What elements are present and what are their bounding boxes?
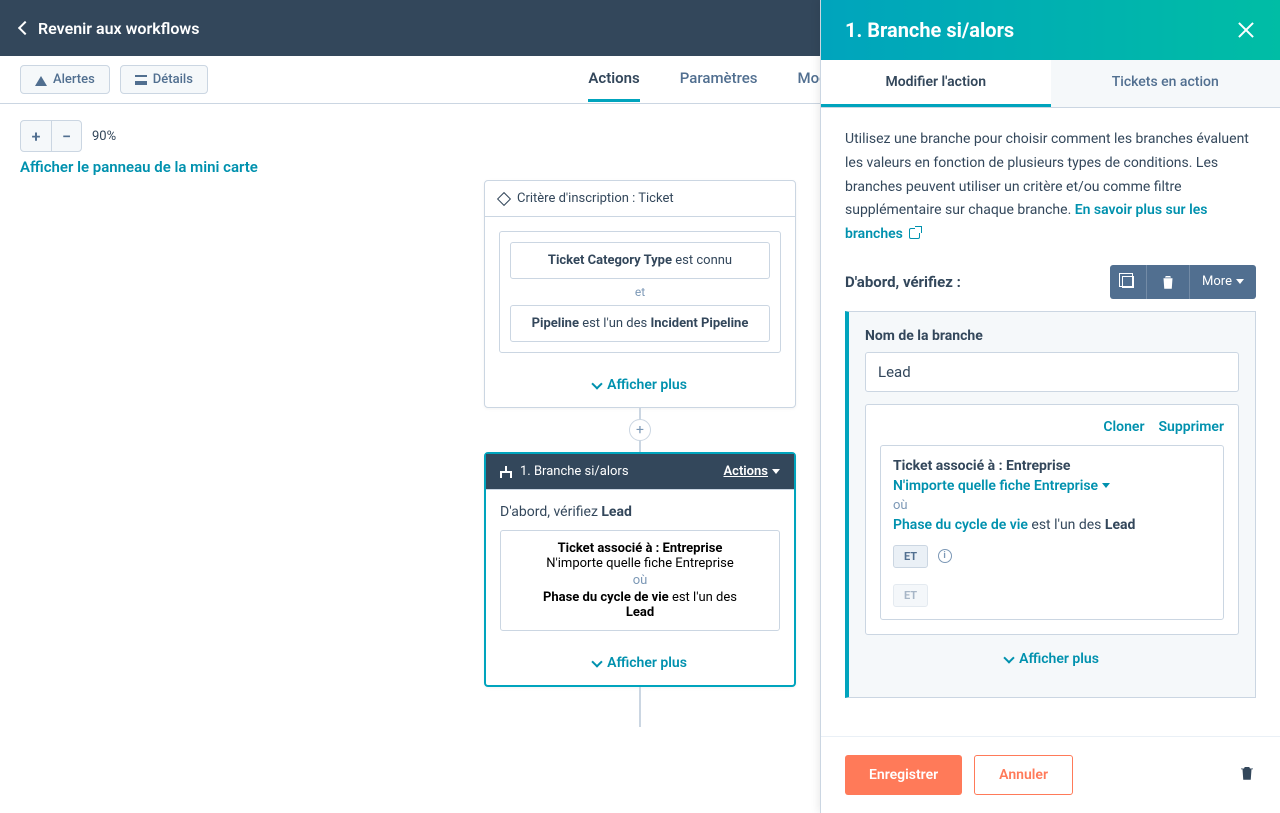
chevron-down-icon <box>591 378 602 389</box>
branch-name-label: Nom de la branche <box>865 328 1239 344</box>
branch-header-label: 1. Branche si/alors <box>520 464 629 479</box>
show-more-node1[interactable]: Afficher plus <box>485 367 795 407</box>
panel-tab-edit[interactable]: Modifier l'action <box>821 60 1051 107</box>
where-label: où <box>511 573 769 588</box>
caret-down-icon <box>772 469 780 474</box>
warning-icon <box>35 74 47 86</box>
show-more-label: Afficher plus <box>607 377 687 393</box>
trash-icon <box>1238 764 1256 782</box>
zoom-controls: + − <box>20 120 82 152</box>
crit-assoc: Ticket associé à : Entreprise <box>893 458 1211 474</box>
verify-first-label: D'abord, vérifiez : <box>845 273 961 291</box>
tab-actions[interactable]: Actions <box>588 57 639 102</box>
and-chip-disabled: ET <box>893 584 928 607</box>
trash-icon <box>1159 273 1177 291</box>
more-label: More <box>1202 274 1232 289</box>
condition-pipeline: Pipeline est l'un des Incident Pipeline <box>510 305 770 342</box>
panel-title: 1. Branche si/alors <box>845 18 1014 42</box>
alerts-button[interactable]: Alertes <box>20 65 110 94</box>
cancel-button[interactable]: Annuler <box>974 755 1073 795</box>
alerts-label: Alertes <box>53 72 95 87</box>
action-editor-panel: 1. Branche si/alors Modifier l'action Ti… <box>820 0 1280 813</box>
branch-name-input[interactable] <box>865 352 1239 392</box>
info-icon[interactable]: i <box>938 549 952 563</box>
show-more-label: Afficher plus <box>607 655 687 671</box>
show-more-panel[interactable]: Afficher plus <box>865 635 1239 681</box>
save-button[interactable]: Enregistrer <box>845 755 962 795</box>
copy-icon <box>1122 276 1134 288</box>
assoc-label: Ticket associé à : Entreprise <box>558 541 723 556</box>
caret-down-icon <box>1236 279 1244 284</box>
criteria-block: Ticket associé à : Entreprise N'importe … <box>880 445 1224 620</box>
clone-criteria-link[interactable]: Cloner <box>1103 419 1144 435</box>
enrollment-trigger-node[interactable]: Critère d'inscription : Ticket Ticket Ca… <box>484 180 796 408</box>
external-link-icon <box>909 228 920 239</box>
and-chip[interactable]: ET <box>893 545 928 568</box>
chevron-left-icon <box>18 21 32 35</box>
panel-description: Utilisez une branche pour choisir commen… <box>845 128 1256 247</box>
details-label: Détails <box>153 72 193 87</box>
zoom-percent: 90% <box>92 129 116 144</box>
show-more-node2[interactable]: Afficher plus <box>486 645 794 685</box>
panel-tab-tickets[interactable]: Tickets en action <box>1051 60 1280 107</box>
node-header: Critère d'inscription : Ticket <box>485 181 795 217</box>
lifecycle-row: Phase du cycle de vie est l'un des Lead <box>893 517 1211 533</box>
node-header-label: Critère d'inscription : Ticket <box>517 191 674 206</box>
chevron-down-icon <box>591 656 602 667</box>
actions-label: Actions <box>723 464 768 479</box>
close-panel-button[interactable] <box>1236 20 1256 40</box>
and-label: et <box>510 279 770 305</box>
branch-card: Nom de la branche Cloner Supprimer Ticke… <box>845 311 1256 698</box>
details-button[interactable]: Détails <box>120 65 208 94</box>
zoom-out-button[interactable]: − <box>51 121 81 151</box>
branch-node[interactable]: 1. Branche si/alors Actions D'abord, vér… <box>484 452 796 687</box>
lifecycle-link[interactable]: Phase du cycle de vie <box>893 517 1028 533</box>
node-actions-dropdown[interactable]: Actions <box>723 464 780 479</box>
first-check-text: D'abord, vérifiez Lead <box>500 504 780 520</box>
branch-toolbar: More <box>1110 265 1256 299</box>
any-company-dropdown[interactable]: N'importe quelle fiche Entreprise <box>893 478 1211 494</box>
chevron-down-icon <box>1003 652 1014 663</box>
back-to-workflows[interactable]: Revenir aux workflows <box>20 19 199 38</box>
zoom-in-button[interactable]: + <box>21 121 51 151</box>
branch-icon <box>500 466 512 478</box>
back-label: Revenir aux workflows <box>38 19 199 38</box>
delete-branch-button[interactable] <box>1146 265 1189 299</box>
delete-criteria-link[interactable]: Supprimer <box>1158 419 1224 435</box>
more-dropdown[interactable]: More <box>1189 265 1256 299</box>
caret-down-icon <box>1102 483 1110 488</box>
delete-action-button[interactable] <box>1238 764 1256 786</box>
tab-parametres[interactable]: Paramètres <box>680 57 758 102</box>
copy-branch-button[interactable] <box>1110 265 1146 299</box>
any-company-label: N'importe quelle fiche Entreprise <box>511 556 769 571</box>
trigger-icon <box>497 191 511 205</box>
list-icon <box>135 75 147 85</box>
where-label: où <box>893 498 1211 513</box>
add-action-button[interactable]: + <box>629 419 651 441</box>
condition-category-type: Ticket Category Type est connu <box>510 242 770 279</box>
lifecycle-value: Lead <box>626 605 654 620</box>
show-more-label: Afficher plus <box>1019 651 1099 667</box>
